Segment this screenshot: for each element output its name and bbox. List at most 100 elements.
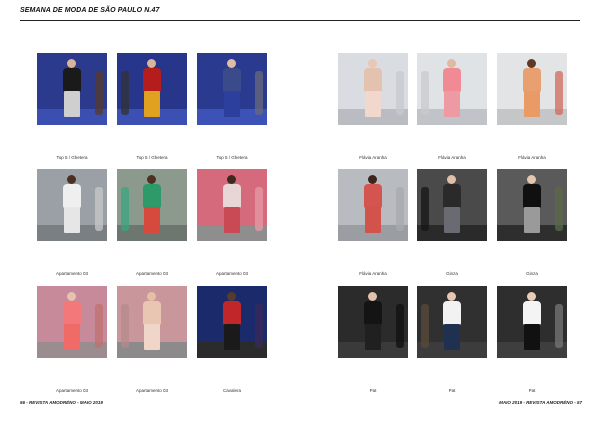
model-top-garment	[443, 68, 461, 92]
model-head	[227, 175, 236, 184]
background-figure	[396, 304, 404, 348]
photo-caption: Flávia Aranha	[438, 155, 466, 160]
photo-caption: Apartamento 03	[135, 388, 169, 393]
model-bottom-garment	[444, 207, 460, 233]
runway-photo	[338, 53, 408, 125]
model-bottom-garment	[64, 207, 80, 233]
photo-caption: Top 5 / Ghetera	[216, 155, 248, 160]
model-bottom-garment	[64, 324, 80, 350]
runway-photo	[197, 53, 267, 125]
model-bottom-garment	[524, 207, 540, 233]
photo-caption: Apartamento 03	[55, 271, 89, 276]
model-top-garment	[223, 68, 241, 92]
background-figure	[121, 71, 129, 115]
model-head	[227, 59, 236, 68]
model-head	[368, 175, 377, 184]
background-figure	[255, 187, 263, 231]
model-bottom-garment	[365, 324, 381, 350]
model-head	[447, 59, 456, 68]
background-figure	[121, 187, 129, 231]
runway-photo	[417, 169, 487, 241]
background-figure	[255, 71, 263, 115]
model-bottom-garment	[524, 91, 540, 117]
model-top-garment	[63, 301, 81, 325]
background-figure	[421, 187, 429, 231]
model-top-garment	[143, 68, 161, 92]
background-figure	[421, 304, 429, 348]
model-bottom-garment	[444, 324, 460, 350]
model-top-garment	[143, 301, 161, 325]
runway-photo	[37, 53, 107, 125]
background-figure	[555, 71, 563, 115]
model-head	[447, 175, 456, 184]
model-head	[147, 59, 156, 68]
runway-photo	[338, 169, 408, 241]
runway-photo	[338, 286, 408, 358]
background-figure	[555, 187, 563, 231]
runway-photo	[497, 53, 567, 125]
model-head	[527, 175, 536, 184]
runway-photo	[37, 286, 107, 358]
runway-photo	[197, 169, 267, 241]
background-figure	[95, 187, 103, 231]
model-head	[67, 292, 76, 301]
model-head	[67, 175, 76, 184]
model-head	[67, 59, 76, 68]
model-top-garment	[63, 68, 81, 92]
model-top-garment	[523, 184, 541, 208]
model-head	[527, 292, 536, 301]
model-bottom-garment	[144, 91, 160, 117]
photo-caption: Cavalera	[222, 388, 241, 393]
model-bottom-garment	[224, 324, 240, 350]
background-figure	[396, 187, 404, 231]
model-head	[527, 59, 536, 68]
model-top-garment	[443, 184, 461, 208]
photo-caption: Pat	[528, 388, 536, 393]
runway-photo	[197, 286, 267, 358]
runway-photo	[117, 169, 187, 241]
runway-photo	[417, 286, 487, 358]
model-top-garment	[63, 184, 81, 208]
model-top-garment	[523, 301, 541, 325]
runway-photo	[497, 286, 567, 358]
model-bottom-garment	[144, 324, 160, 350]
photo-caption: Top 5 / Ghetera	[136, 155, 168, 160]
photo-caption: Flávia Aranha	[359, 155, 387, 160]
model-head	[368, 59, 377, 68]
model-top-garment	[443, 301, 461, 325]
photo-caption: Apartamento 03	[55, 388, 89, 393]
page-header: SEMANA DE MODA DE SÃO PAULO N.47	[20, 6, 580, 21]
model-bottom-garment	[365, 91, 381, 117]
photo-caption: Ginza	[446, 271, 458, 276]
model-bottom-garment	[524, 324, 540, 350]
model-bottom-garment	[144, 207, 160, 233]
model-top-garment	[364, 301, 382, 325]
model-bottom-garment	[64, 91, 80, 117]
runway-photo	[117, 53, 187, 125]
photo-caption: Top 5 / Ghetera	[56, 155, 88, 160]
footer-right-folio: MAIO 2019 - REVISTA AMODRÉNO - 57	[499, 400, 582, 405]
photo-caption: Flávia Aranha	[359, 271, 387, 276]
model-bottom-garment	[224, 207, 240, 233]
magazine-section-title: SEMANA DE MODA DE SÃO PAULO N.47	[20, 7, 160, 14]
photo-caption: Ginza	[526, 271, 538, 276]
background-figure	[396, 71, 404, 115]
model-top-garment	[364, 184, 382, 208]
runway-photo	[497, 169, 567, 241]
photo-caption: Apartamento 03	[215, 271, 249, 276]
model-head	[147, 292, 156, 301]
model-bottom-garment	[365, 207, 381, 233]
background-figure	[95, 71, 103, 115]
background-figure	[255, 304, 263, 348]
photo-caption: Pat	[369, 388, 377, 393]
model-head	[147, 175, 156, 184]
model-top-garment	[364, 68, 382, 92]
background-figure	[121, 304, 129, 348]
photo-caption: Apartamento 03	[135, 271, 169, 276]
photo-caption: Pat	[448, 388, 456, 393]
model-head	[447, 292, 456, 301]
model-top-garment	[223, 184, 241, 208]
model-bottom-garment	[224, 91, 240, 117]
model-top-garment	[143, 184, 161, 208]
footer-left-folio: 56 - REVISTA AMODRÉNO - MAIO 2019	[20, 400, 103, 405]
